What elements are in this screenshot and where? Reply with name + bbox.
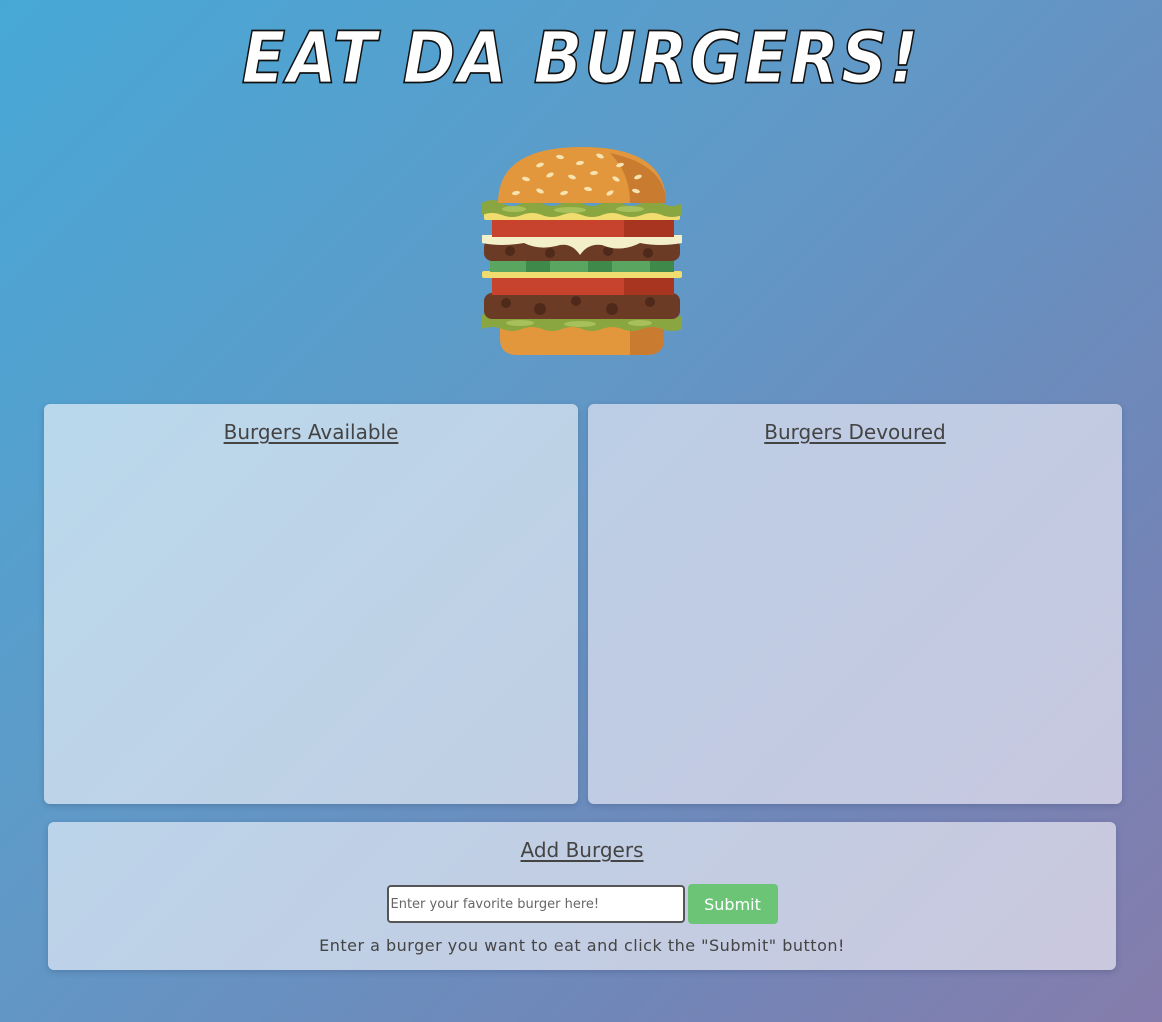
burgers-devoured-heading: Burgers Devoured bbox=[764, 420, 946, 444]
add-burgers-panel: Add Burgers Submit Enter a burger you wa… bbox=[48, 822, 1116, 970]
add-burgers-heading: Add Burgers bbox=[520, 838, 644, 862]
submit-button[interactable]: Submit bbox=[687, 884, 778, 924]
page-title: Eat Da Burgers! bbox=[241, 17, 921, 102]
burger-icon bbox=[480, 143, 684, 357]
add-burger-instructions: Enter a burger you want to eat and click… bbox=[319, 936, 845, 955]
burgers-available-heading: Burgers Available bbox=[223, 420, 399, 444]
burgers-available-panel: Burgers Available bbox=[44, 404, 578, 804]
burger-name-input[interactable] bbox=[386, 885, 685, 923]
add-burger-form: Submit bbox=[48, 884, 1116, 924]
burgers-devoured-panel: Burgers Devoured bbox=[588, 404, 1122, 804]
